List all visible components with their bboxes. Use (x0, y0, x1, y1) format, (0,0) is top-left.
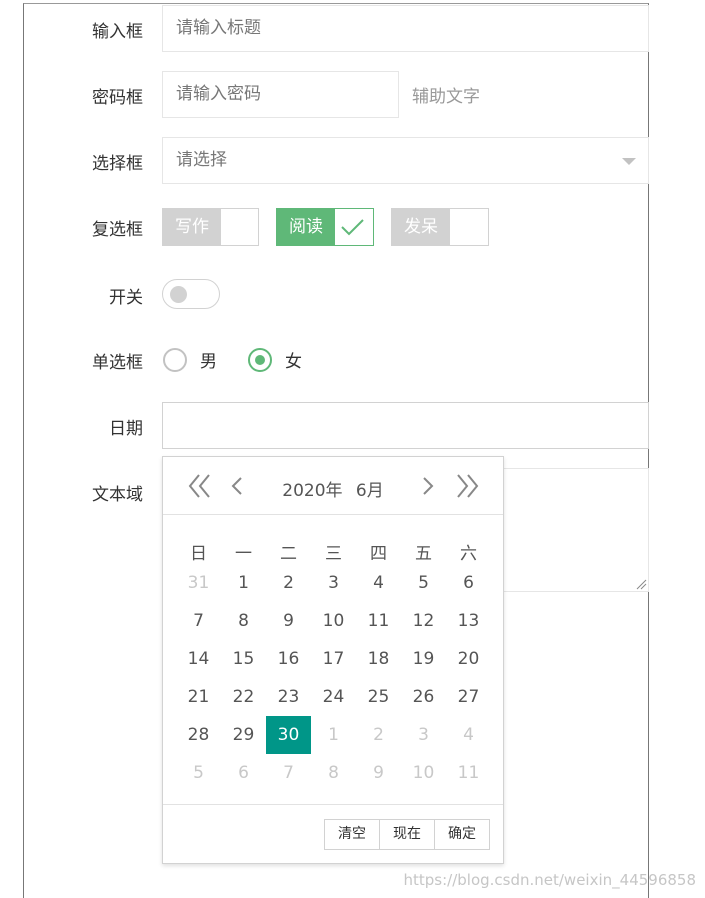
switch-knob (170, 286, 187, 303)
checkbox-label: 复选框 (92, 220, 143, 240)
radio-female[interactable]: 女 (248, 347, 302, 372)
calendar-day[interactable]: 15 (221, 640, 266, 678)
calendar-day[interactable]: 16 (266, 640, 311, 678)
select-label: 选择框 (92, 154, 143, 174)
calendar-day[interactable]: 24 (311, 678, 356, 716)
password-label: 密码框 (92, 88, 143, 108)
confirm-button[interactable]: 确定 (434, 819, 490, 850)
calendar-day[interactable]: 8 (311, 754, 356, 792)
select-box[interactable]: 请选择 (162, 137, 649, 184)
calendar-day[interactable]: 10 (401, 754, 446, 792)
calendar-week: 31 1 2 3 4 5 6 (176, 564, 491, 602)
next-year-icon[interactable] (454, 471, 480, 505)
calendar-day[interactable]: 4 (356, 564, 401, 602)
calendar-day[interactable]: 31 (176, 564, 221, 602)
calendar-day[interactable]: 11 (356, 602, 401, 640)
calendar-day[interactable]: 6 (446, 564, 491, 602)
calendar-day[interactable]: 28 (176, 716, 221, 754)
calendar-day[interactable]: 9 (266, 602, 311, 640)
date-label: 日期 (109, 419, 143, 439)
calendar-day[interactable]: 3 (311, 564, 356, 602)
calendar-day[interactable]: 29 (221, 716, 266, 754)
switch-label: 开关 (109, 288, 143, 308)
radio-text: 女 (285, 352, 302, 372)
calendar-day[interactable]: 2 (266, 564, 311, 602)
radio-text: 男 (200, 352, 217, 372)
calendar-day[interactable]: 11 (446, 754, 491, 792)
radio-checked-icon (248, 347, 272, 372)
calendar-day[interactable]: 13 (446, 602, 491, 640)
calendar-week: 7 8 9 10 11 12 13 (176, 602, 491, 640)
calendar-day[interactable]: 18 (356, 640, 401, 678)
watermark: https://blog.csdn.net/weixin_44596858 (403, 871, 696, 889)
title-label: 输入框 (92, 22, 143, 42)
password-input[interactable]: 请输入密码 (162, 71, 399, 118)
calendar-week: 5 6 7 8 9 10 11 (176, 754, 491, 792)
calendar-day[interactable]: 14 (176, 640, 221, 678)
calendar-footer: 清空 现在 确定 (163, 804, 503, 863)
calendar-day[interactable]: 25 (356, 678, 401, 716)
calendar-day[interactable]: 27 (446, 678, 491, 716)
calendar-day[interactable]: 26 (401, 678, 446, 716)
radio-male[interactable]: 男 (163, 347, 217, 372)
calendar-day[interactable]: 3 (401, 716, 446, 754)
clear-button[interactable]: 清空 (324, 819, 380, 850)
calendar-day[interactable]: 4 (446, 716, 491, 754)
title-input[interactable]: 请输入标题 (162, 5, 649, 52)
password-aux-text: 辅助文字 (412, 87, 480, 107)
date-input[interactable] (162, 402, 649, 449)
calendar-day[interactable]: 7 (176, 602, 221, 640)
calendar-week: 28 29 30 1 2 3 4 (176, 716, 491, 754)
calendar-day[interactable]: 10 (311, 602, 356, 640)
toggle-switch[interactable] (162, 279, 220, 309)
radio-label: 单选框 (92, 353, 143, 373)
check-icon (335, 209, 373, 245)
checkbox-text: 阅读 (277, 209, 335, 245)
calendar-week: 21 22 23 24 25 26 27 (176, 678, 491, 716)
next-month-icon[interactable] (421, 471, 435, 505)
calendar-day[interactable]: 7 (266, 754, 311, 792)
textarea-label: 文本域 (92, 485, 143, 505)
calendar-day[interactable]: 1 (311, 716, 356, 754)
calendar-year[interactable]: 2020年 (282, 481, 342, 501)
radio-circle-icon (163, 347, 187, 372)
calendar-day[interactable]: 5 (401, 564, 446, 602)
checkbox-writing[interactable]: 写作 (162, 208, 259, 246)
calendar-day[interactable]: 5 (176, 754, 221, 792)
calendar-day[interactable]: 1 (221, 564, 266, 602)
calendar-header: 2020年 6月 (163, 457, 503, 515)
calendar-day[interactable]: 19 (401, 640, 446, 678)
calendar-week: 14 15 16 17 18 19 20 (176, 640, 491, 678)
calendar-day[interactable]: 22 (221, 678, 266, 716)
calendar-month[interactable]: 6月 (356, 481, 384, 501)
date-picker: 2020年 6月 日 一 二 三 四 五 六 31 1 2 3 4 5 6 7 … (162, 456, 504, 864)
resize-grip-icon[interactable] (635, 578, 647, 590)
checkbox-reading[interactable]: 阅读 (276, 208, 374, 246)
calendar-day[interactable]: 21 (176, 678, 221, 716)
calendar-day[interactable]: 8 (221, 602, 266, 640)
calendar-day-selected[interactable]: 30 (266, 716, 311, 754)
calendar-day[interactable]: 12 (401, 602, 446, 640)
calendar-day[interactable]: 23 (266, 678, 311, 716)
now-button[interactable]: 现在 (379, 819, 435, 850)
calendar-day[interactable]: 17 (311, 640, 356, 678)
caret-down-icon (622, 158, 636, 165)
year-month-title: 2020年 6月 (163, 476, 503, 501)
checkbox-text: 写作 (163, 209, 221, 245)
calendar-day[interactable]: 9 (356, 754, 401, 792)
checkbox-text: 发呆 (392, 209, 450, 245)
calendar-day[interactable]: 6 (221, 754, 266, 792)
select-value: 请选择 (176, 150, 227, 170)
calendar-day[interactable]: 20 (446, 640, 491, 678)
checkbox-daydream[interactable]: 发呆 (391, 208, 489, 246)
calendar-day[interactable]: 2 (356, 716, 401, 754)
